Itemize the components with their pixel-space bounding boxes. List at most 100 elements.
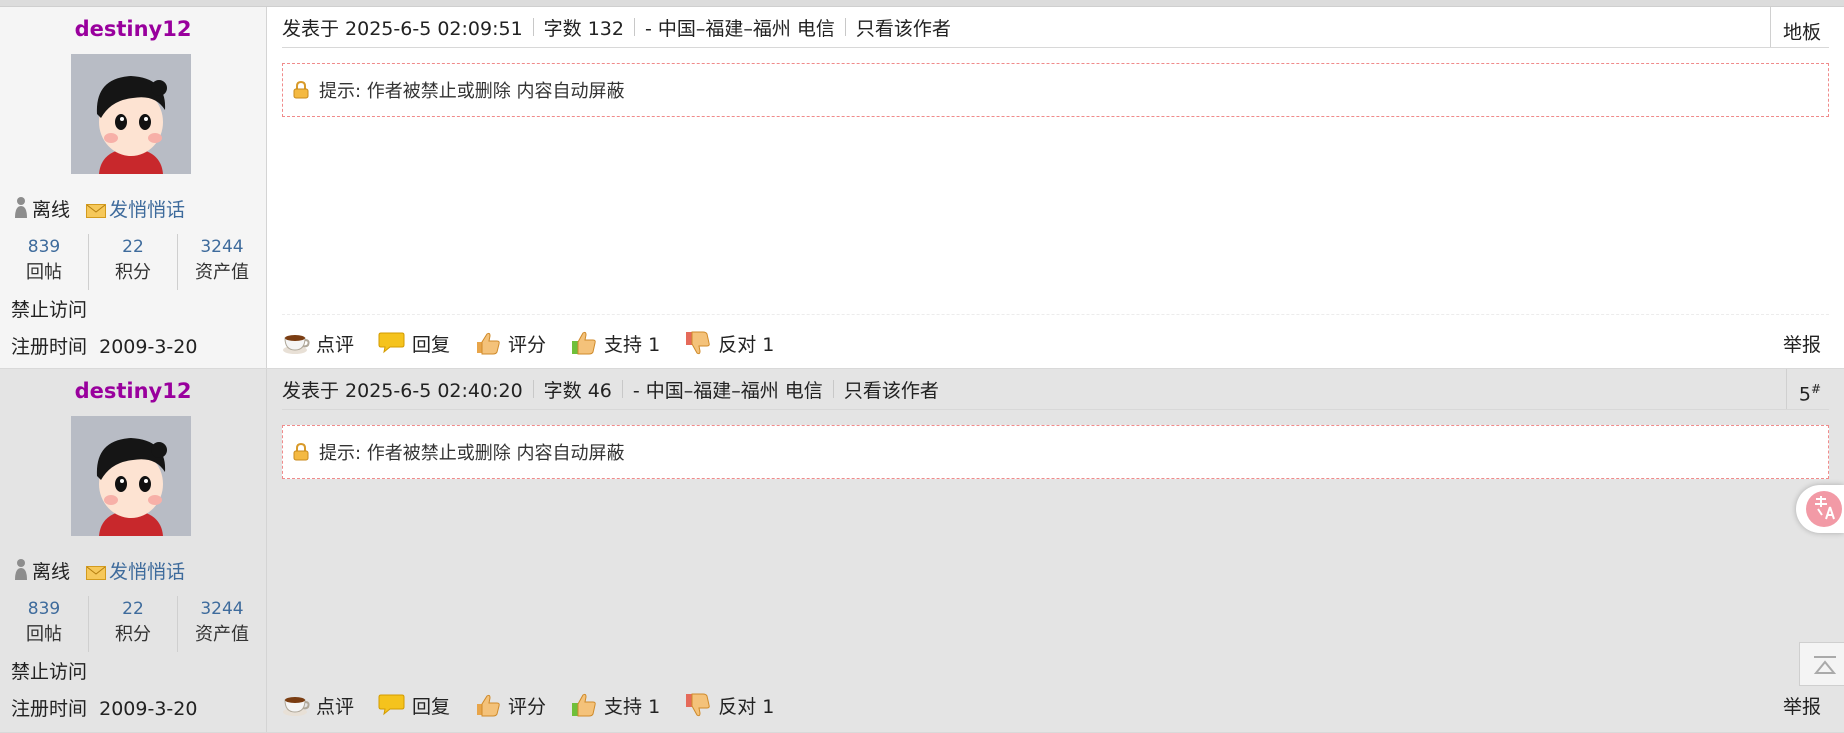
arrow-up-icon xyxy=(1813,656,1837,674)
registration-label: 注册时间 xyxy=(11,336,88,358)
support-label: 支持 1 xyxy=(604,695,661,718)
comment-label: 点评 xyxy=(316,333,355,356)
lock-icon xyxy=(293,442,309,461)
author-sidebar: destiny12 离线 发悄悄话 839 回帖 22 积分 3244 资产值 … xyxy=(0,369,267,732)
stat-points-label: 积分 xyxy=(115,262,151,283)
post-location: - 中国–福建–福州 电信 xyxy=(632,379,823,402)
reply-label: 回复 xyxy=(412,333,451,356)
stat-assets-label: 资产值 xyxy=(195,624,249,645)
rate-button[interactable]: 评分 xyxy=(474,330,546,357)
send-pm-link[interactable]: 发悄悄话 xyxy=(109,195,185,222)
online-status: 离线 xyxy=(32,198,71,221)
thumbs-up-icon xyxy=(570,692,598,718)
person-icon xyxy=(14,196,28,220)
oppose-label: 反对 1 xyxy=(718,695,775,718)
post-header: 发表于 2025-6-5 02:40:20 字数 46 - 中国–福建–福州 电… xyxy=(282,369,1829,410)
blocked-notice: 提示: 作者被禁止或删除 内容自动屏蔽 xyxy=(282,63,1829,117)
post-main: 发表于 2025-6-5 02:40:20 字数 46 - 中国–福建–福州 电… xyxy=(267,369,1844,732)
author-stats: 839 回帖 22 积分 3244 资产值 xyxy=(0,234,266,294)
oppose-button[interactable]: 反对 1 xyxy=(684,692,774,719)
word-count: 字数 132 xyxy=(543,17,624,40)
stat-points-value[interactable]: 22 xyxy=(89,596,177,622)
floor-sup: # xyxy=(1810,382,1821,396)
post: destiny12 离线 发悄悄话 839 回帖 22 积分 3244 资产值 … xyxy=(0,369,1844,733)
notice-text: 提示: 作者被禁止或删除 内容自动屏蔽 xyxy=(319,443,625,464)
rate-hand-icon xyxy=(474,692,502,718)
floor-number[interactable]: 地板 xyxy=(1769,7,1829,47)
registration-info: 注册时间 2009-3-20 xyxy=(11,332,197,359)
thumbs-up-icon xyxy=(570,330,598,356)
stat-assets-label: 资产值 xyxy=(195,262,249,283)
online-status: 离线 xyxy=(32,560,71,583)
support-label: 支持 1 xyxy=(604,333,661,356)
post-header: 发表于 2025-6-5 02:09:51 字数 132 - 中国–福建–福州 … xyxy=(282,7,1829,48)
registration-date: 2009-3-20 xyxy=(99,336,198,358)
author-username[interactable]: destiny12 xyxy=(0,379,266,403)
speech-bubble-icon xyxy=(378,692,406,718)
comment-button[interactable]: 点评 xyxy=(282,330,354,357)
stat-replies-label: 回帖 xyxy=(26,262,62,283)
notice-text: 提示: 作者被禁止或删除 内容自动屏蔽 xyxy=(319,81,625,102)
rate-hand-icon xyxy=(474,330,502,356)
only-author-link[interactable]: 只看该作者 xyxy=(834,376,949,403)
translate-icon xyxy=(1806,491,1842,527)
coffee-cup-icon xyxy=(282,692,310,718)
oppose-button[interactable]: 反对 1 xyxy=(684,330,774,357)
only-author-link[interactable]: 只看该作者 xyxy=(846,14,961,41)
thumbs-down-icon xyxy=(684,330,712,356)
reply-button[interactable]: 回复 xyxy=(378,330,450,357)
author-sidebar: destiny12 离线 发悄悄话 839 回帖 22 积分 3244 资产值 … xyxy=(0,7,267,368)
report-link[interactable]: 举报 xyxy=(1783,330,1821,357)
stat-assets-value[interactable]: 3244 xyxy=(178,596,266,622)
support-button[interactable]: 支持 1 xyxy=(570,692,660,719)
post: destiny12 离线 发悄悄话 839 回帖 22 积分 3244 资产值 … xyxy=(0,7,1844,369)
coffee-cup-icon xyxy=(282,330,310,356)
rate-label: 评分 xyxy=(508,695,547,718)
thumbs-down-icon xyxy=(684,692,712,718)
lock-icon xyxy=(293,80,309,99)
support-button[interactable]: 支持 1 xyxy=(570,330,660,357)
registration-date: 2009-3-20 xyxy=(99,698,198,720)
word-count: 字数 46 xyxy=(543,379,612,402)
registration-info: 注册时间 2009-3-20 xyxy=(11,694,197,721)
user-group: 禁止访问 xyxy=(11,661,88,683)
report-link[interactable]: 举报 xyxy=(1783,692,1821,719)
author-username[interactable]: destiny12 xyxy=(0,17,266,41)
send-pm-link[interactable]: 发悄悄话 xyxy=(109,557,185,584)
post-main: 发表于 2025-6-5 02:09:51 字数 132 - 中国–福建–福州 … xyxy=(267,7,1844,368)
top-border xyxy=(0,0,1844,7)
avatar[interactable] xyxy=(71,416,191,536)
post-time: 发表于 2025-6-5 02:40:20 xyxy=(282,379,523,402)
back-to-top-button[interactable] xyxy=(1799,642,1844,686)
user-group: 禁止访问 xyxy=(11,299,88,321)
speech-bubble-icon xyxy=(378,330,406,356)
rate-button[interactable]: 评分 xyxy=(474,692,546,719)
rate-label: 评分 xyxy=(508,333,547,356)
envelope-icon xyxy=(86,563,107,580)
registration-label: 注册时间 xyxy=(11,698,88,720)
person-icon xyxy=(14,558,28,582)
blocked-notice: 提示: 作者被禁止或删除 内容自动屏蔽 xyxy=(282,425,1829,479)
reply-button[interactable]: 回复 xyxy=(378,692,450,719)
actions-divider xyxy=(282,314,1829,315)
comment-label: 点评 xyxy=(316,695,355,718)
oppose-label: 反对 1 xyxy=(718,333,775,356)
stat-replies-value[interactable]: 839 xyxy=(0,234,88,260)
post-location: - 中国–福建–福州 电信 xyxy=(644,17,835,40)
stat-points-label: 积分 xyxy=(115,624,151,645)
stat-assets-value[interactable]: 3244 xyxy=(178,234,266,260)
reply-label: 回复 xyxy=(412,695,451,718)
author-stats: 839 回帖 22 积分 3244 资产值 xyxy=(0,596,266,656)
stat-replies-value[interactable]: 839 xyxy=(0,596,88,622)
post-actions: 点评 回复 评分 支持 1 反对 1 举报 xyxy=(282,687,1829,723)
post-time: 发表于 2025-6-5 02:09:51 xyxy=(282,17,523,40)
avatar[interactable] xyxy=(71,54,191,174)
floor-number[interactable]: 5# xyxy=(1785,369,1829,409)
stat-replies-label: 回帖 xyxy=(26,624,62,645)
stat-points-value[interactable]: 22 xyxy=(89,234,177,260)
floor-label: 5 xyxy=(1798,383,1811,406)
floor-label: 地板 xyxy=(1782,21,1821,44)
post-actions: 点评 回复 评分 支持 1 反对 1 举报 xyxy=(282,325,1829,361)
translate-button[interactable] xyxy=(1796,485,1844,533)
comment-button[interactable]: 点评 xyxy=(282,692,354,719)
